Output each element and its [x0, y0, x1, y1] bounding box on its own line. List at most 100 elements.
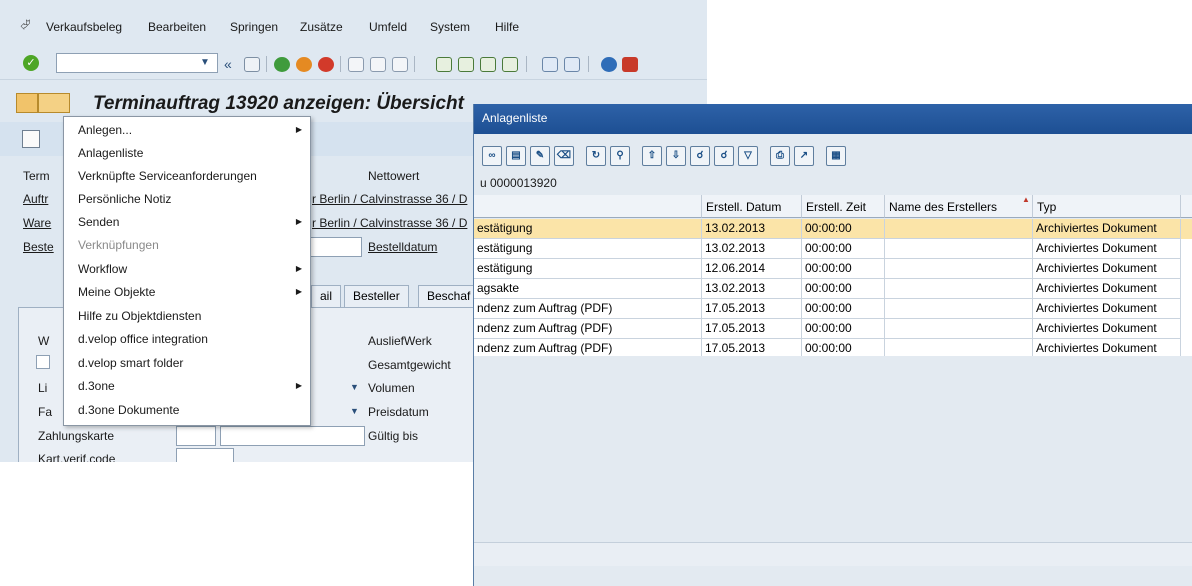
- enter-checkmark-icon[interactable]: ✓: [23, 55, 39, 71]
- tab-detail[interactable]: ail: [311, 285, 342, 307]
- table-row[interactable]: estätigung 13.02.2013 00:00:00 Archivier…: [474, 219, 1192, 239]
- ctx-item-d3one[interactable]: d.3one ▶: [64, 375, 310, 398]
- menu-bearbeiten[interactable]: Bearbeiten: [148, 20, 206, 34]
- table-row[interactable]: agsakte 13.02.2013 00:00:00 Archiviertes…: [474, 279, 1192, 299]
- row-time: 00:00:00: [802, 239, 885, 259]
- ctx-item-hilfe-zu-objektdiensten[interactable]: Hilfe zu Objektdiensten: [64, 305, 310, 328]
- sort-descending-icon[interactable]: ⇩: [666, 146, 686, 166]
- ctx-item-senden[interactable]: Senden ▶: [64, 211, 310, 234]
- ctx-item-anlagenliste[interactable]: Anlagenliste: [64, 142, 310, 165]
- menu-verkaufsbeleg[interactable]: Verkaufsbeleg: [46, 20, 122, 34]
- row-creator: [885, 319, 1033, 339]
- command-field[interactable]: [56, 53, 218, 73]
- table-row[interactable]: ndenz zum Auftrag (PDF) 17.05.2013 00:00…: [474, 319, 1192, 339]
- row-label-ware[interactable]: Ware: [23, 216, 51, 230]
- checkbox[interactable]: [36, 355, 50, 369]
- column-header-erstell-zeit[interactable]: Erstell. Zeit: [802, 195, 885, 218]
- previous-page-icon[interactable]: [458, 57, 474, 72]
- standard-toolbar: ✓ ▼ «: [0, 46, 707, 80]
- filter-icon[interactable]: ▽: [738, 146, 758, 166]
- layout-icon[interactable]: ▦: [826, 146, 846, 166]
- row-time: 00:00:00: [802, 259, 885, 279]
- save-icon[interactable]: [244, 57, 260, 72]
- ctx-item-dvelop-smart-folder[interactable]: d.velop smart folder: [64, 352, 310, 375]
- display-icon[interactable]: ▤: [506, 146, 526, 166]
- edit-icon[interactable]: ✎: [530, 146, 550, 166]
- ctx-item-label: Persönliche Notiz: [78, 192, 172, 206]
- toolbar-separator: [588, 56, 589, 72]
- first-page-icon[interactable]: [436, 57, 452, 72]
- link-icon[interactable]: ∞: [482, 146, 502, 166]
- last-page-icon[interactable]: [502, 57, 518, 72]
- delete-icon[interactable]: ⌫: [554, 146, 574, 166]
- exit-menu-icon[interactable]: ⮰: [20, 17, 30, 33]
- refresh-icon[interactable]: ↻: [586, 146, 606, 166]
- menu-hilfe[interactable]: Hilfe: [495, 20, 519, 34]
- command-dropdown-icon[interactable]: ▼: [195, 54, 215, 72]
- row-type: Archiviertes Dokument: [1033, 259, 1181, 279]
- row-date: 13.02.2013: [702, 239, 802, 259]
- preisdatum-dropdown-icon[interactable]: ▼: [350, 406, 359, 416]
- row-label-auftr[interactable]: Auftr: [23, 192, 48, 206]
- help-icon[interactable]: [601, 57, 617, 72]
- next-page-icon[interactable]: [480, 57, 496, 72]
- table-row[interactable]: estätigung 13.02.2013 00:00:00 Archivier…: [474, 239, 1192, 259]
- ctx-item-persoenliche-notiz[interactable]: Persönliche Notiz: [64, 188, 310, 211]
- zahlungskarte-field[interactable]: [220, 426, 365, 446]
- table-row[interactable]: estätigung 12.06.2014 00:00:00 Archivier…: [474, 259, 1192, 279]
- object-services-dropdown-icon[interactable]: [38, 93, 70, 113]
- row-type: Archiviertes Dokument: [1033, 239, 1181, 259]
- table-empty-area: [474, 356, 1192, 540]
- tab-beschaffung[interactable]: Beschaf: [418, 285, 480, 307]
- shortcut-icon[interactable]: [564, 57, 580, 72]
- column-header-typ[interactable]: Typ: [1033, 195, 1181, 218]
- attachment-list-title: Anlagenliste: [482, 111, 548, 125]
- ctx-item-meine-objekte[interactable]: Meine Objekte ▶: [64, 281, 310, 304]
- display-document-icon[interactable]: [22, 130, 40, 148]
- menu-umfeld[interactable]: Umfeld: [369, 20, 407, 34]
- print-icon[interactable]: [348, 57, 364, 72]
- layout-settings-icon[interactable]: [622, 57, 638, 72]
- print-icon[interactable]: ⎙: [770, 146, 790, 166]
- find-next-icon[interactable]: [392, 57, 408, 72]
- row-creator: [885, 259, 1033, 279]
- volumen-dropdown-icon[interactable]: ▼: [350, 382, 359, 392]
- kartenart-field[interactable]: [176, 426, 216, 446]
- back-icon[interactable]: [274, 57, 290, 72]
- column-header-erstell-datum[interactable]: Erstell. Datum: [702, 195, 802, 218]
- find-icon[interactable]: [370, 57, 386, 72]
- generic-object-services-icon[interactable]: [16, 93, 38, 113]
- menu-zusaetze[interactable]: Zusätze: [300, 20, 343, 34]
- export-icon[interactable]: ↗: [794, 146, 814, 166]
- table-row[interactable]: ndenz zum Auftrag (PDF) 17.05.2013 00:00…: [474, 299, 1192, 319]
- collapse-icon[interactable]: «: [224, 56, 232, 72]
- row-creator: [885, 279, 1033, 299]
- attachment-list-subtitle: u 0000013920: [480, 176, 557, 190]
- row-label-li: Li: [38, 381, 48, 395]
- bestellnummer-field[interactable]: [310, 237, 362, 257]
- ctx-item-workflow[interactable]: Workflow ▶: [64, 258, 310, 281]
- cancel-icon[interactable]: [318, 57, 334, 72]
- ctx-item-anlegen[interactable]: Anlegen... ▶: [64, 119, 310, 142]
- menu-system[interactable]: System: [430, 20, 470, 34]
- exit-icon[interactable]: [296, 57, 312, 72]
- menu-springen[interactable]: Springen: [230, 20, 278, 34]
- new-session-icon[interactable]: [542, 57, 558, 72]
- sort-ascending-icon[interactable]: ⇧: [642, 146, 662, 166]
- ctx-item-verknuepfte-serviceanforderungen[interactable]: Verknüpfte Serviceanforderungen: [64, 165, 310, 188]
- toolbar-separator: [266, 56, 267, 72]
- find-next-icon[interactable]: ☌: [714, 146, 734, 166]
- column-header-name-des-erstellers[interactable]: Name des Erstellers: [885, 195, 1033, 218]
- kart-verif-code-field[interactable]: [176, 448, 234, 462]
- tab-besteller[interactable]: Besteller: [344, 285, 409, 307]
- ctx-item-d3one-dokumente[interactable]: d.3one Dokumente: [64, 399, 310, 422]
- details-icon[interactable]: ⚲: [610, 146, 630, 166]
- row-label-beste[interactable]: Beste: [23, 240, 54, 254]
- find-icon[interactable]: ☌: [690, 146, 710, 166]
- column-header-title[interactable]: [474, 195, 702, 218]
- ctx-item-label: Senden: [78, 215, 120, 229]
- row-creator: [885, 239, 1033, 259]
- ctx-item-label: Workflow: [78, 262, 128, 276]
- ctx-item-dvelop-office-integration[interactable]: d.velop office integration: [64, 328, 310, 351]
- ctx-item-label: d.velop smart folder: [78, 356, 184, 370]
